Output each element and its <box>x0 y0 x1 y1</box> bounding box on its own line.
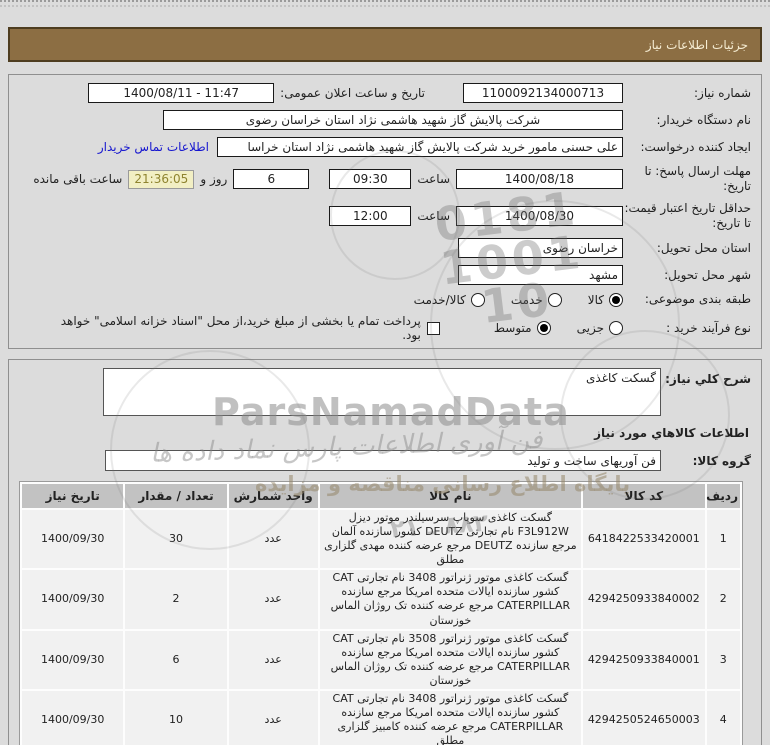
price-validity-label: حداقل تاریخ اعتبار قیمت: تا تاریخ: <box>624 201 751 230</box>
reply-deadline-hour-label: ساعت <box>417 172 450 186</box>
cell-unit: عدد <box>228 630 318 689</box>
row-request-creator: ایجاد کننده درخواست: علی حسنی مامور خرید… <box>19 137 751 157</box>
cell-unit: عدد <box>228 570 318 629</box>
price-validity-time-field[interactable]: 12:00 <box>329 206 412 226</box>
request-creator-field[interactable]: علی حسنی مامور خرید شرکت پالایش گاز شهید… <box>217 137 623 157</box>
row-need-number: شماره نیاز: 1100092134000713 تاریخ و ساع… <box>19 83 751 103</box>
radio-khedmat-icon[interactable] <box>547 292 562 307</box>
cell-unit: عدد <box>228 510 318 569</box>
item-group-label: گروه کالا: <box>692 453 751 468</box>
delivery-province-field[interactable]: خراسان رضوی <box>458 238 623 258</box>
cell-item-name: گسکت کاغذی موتور ژنراتور 3508 نام تجارتی… <box>319 630 582 689</box>
reply-deadline-date-field[interactable]: 1400/08/18 <box>456 169 623 189</box>
price-validity-date-field[interactable]: 1400/08/30 <box>456 206 623 226</box>
cell-item-name: گسکت کاغذی موتور ژنراتور 3408 نام تجارتی… <box>319 690 582 745</box>
radio-option-kala-khedmat[interactable]: کالا/خدمت <box>414 292 485 307</box>
item-group-field[interactable]: فن آوریهای ساخت و تولید <box>105 450 661 471</box>
cell-item-code: 4294250933840001 <box>583 630 705 689</box>
radio-motevaset-selected-icon[interactable] <box>536 321 551 335</box>
radio-option-jozi[interactable]: جزیی <box>577 321 623 335</box>
cell-need-date: 1400/09/30 <box>22 510 124 569</box>
header-need-date: تاریخ نیاز <box>22 484 124 508</box>
remaining-days-field[interactable]: 6 <box>233 169 310 189</box>
cell-row-index: 1 <box>706 510 740 569</box>
radio-kala-khedmat-icon[interactable] <box>470 292 485 307</box>
items-heading: اطلاعات کالاهاي مورد نیاز <box>594 426 749 440</box>
delivery-province-label: استان محل تحویل: <box>656 240 751 255</box>
table-row: 1 6418422533420001 گسکت کاغذی سوپاپ سرسی… <box>22 510 740 569</box>
items-section: شرح کلي نیاز: گسکت کاغذی اطلاعات کالاهاي… <box>8 359 762 745</box>
buyer-org-field[interactable]: شرکت پالایش گاز شهید هاشمی نژاد استان خر… <box>163 110 623 130</box>
radio-option-khedmat[interactable]: خدمت <box>511 292 562 307</box>
cell-need-date: 1400/09/30 <box>22 690 124 745</box>
buyer-org-label: نام دستگاه خریدار: <box>656 112 752 127</box>
subject-class-label: طبقه بندی موضوعی: <box>644 292 751 306</box>
row-reply-deadline: مهلت ارسال پاسخ: تا تاریخ: 1400/08/18 سا… <box>19 164 751 194</box>
cell-unit: عدد <box>228 690 318 745</box>
row-subject-class: طبقه بندی موضوعی: کالا خدمت کالا/خدمت <box>19 292 751 307</box>
cell-row-index: 2 <box>706 570 740 629</box>
cell-item-name: گسکت کاغذی موتور ژنراتور 3408 نام تجارتی… <box>319 570 582 629</box>
need-description-textarea[interactable]: گسکت کاغذی <box>103 368 661 416</box>
cell-item-code: 4294250524650003 <box>583 690 705 745</box>
items-table: ردیف کد کالا نام کالا واحد شمارش تعداد /… <box>19 481 743 745</box>
need-info-form: شماره نیاز: 1100092134000713 تاریخ و ساع… <box>8 74 762 349</box>
cell-item-code: 4294250933840002 <box>583 570 705 629</box>
countdown-timer: 21:36:05 <box>128 169 195 189</box>
cell-quantity: 6 <box>125 630 227 689</box>
cell-quantity: 10 <box>125 690 227 745</box>
request-creator-label: ایجاد کننده درخواست: <box>640 139 751 154</box>
row-purchase-type: نوع فرآیند خرید : جزیی متوسط پرداخت تمام… <box>19 314 751 342</box>
header-row-index: ردیف <box>706 484 740 508</box>
header-item-name: نام کالا <box>319 484 582 508</box>
radio-jozi-icon[interactable] <box>609 321 623 335</box>
cell-item-code: 6418422533420001 <box>583 510 705 569</box>
row-buyer-org: نام دستگاه خریدار: شرکت پالایش گاز شهید … <box>19 110 751 130</box>
radio-option-motevaset[interactable]: متوسط <box>494 321 551 335</box>
header-item-code: کد کالا <box>583 484 705 508</box>
cell-quantity: 2 <box>125 570 227 629</box>
items-table-header-row: ردیف کد کالا نام کالا واحد شمارش تعداد /… <box>22 484 740 508</box>
header-unit: واحد شمارش <box>228 484 318 508</box>
delivery-city-label: شهر محل تحویل: <box>664 267 751 282</box>
cell-row-index: 3 <box>706 630 740 689</box>
table-row: 4 4294250524650003 گسکت کاغذی موتور ژنرا… <box>22 690 740 745</box>
page-top-dotted-border <box>0 0 770 7</box>
treasury-checkbox-option[interactable]: پرداخت تمام یا بخشی از مبلغ خرید،از محل … <box>45 314 440 342</box>
need-description-label: شرح کلي نیاز: <box>665 372 751 386</box>
delivery-city-field[interactable]: مشهد <box>458 265 623 285</box>
radio-option-kala[interactable]: کالا <box>588 292 623 307</box>
header-quantity: تعداد / مقدار <box>125 484 227 508</box>
cell-need-date: 1400/09/30 <box>22 570 124 629</box>
buyer-contact-link[interactable]: اطلاعات تماس خریدار <box>98 140 209 154</box>
page-title-text: جزئیات اطلاعات نیاز <box>645 37 748 52</box>
reply-deadline-label: مهلت ارسال پاسخ: تا تاریخ: <box>644 164 751 193</box>
need-number-field[interactable]: 1100092134000713 <box>463 83 623 103</box>
price-validity-hour-label: ساعت <box>417 209 450 223</box>
table-row: 3 4294250933840001 گسکت کاغذی موتور ژنرا… <box>22 630 740 689</box>
cell-quantity: 30 <box>125 510 227 569</box>
table-row: 2 4294250933840002 گسکت کاغذی موتور ژنرا… <box>22 570 740 629</box>
cell-need-date: 1400/09/30 <box>22 630 124 689</box>
countdown-label: ساعت باقی مانده <box>33 172 123 186</box>
page-title: جزئیات اطلاعات نیاز <box>8 27 762 62</box>
cell-row-index: 4 <box>706 690 740 745</box>
remaining-days-label: روز و <box>200 172 228 186</box>
announce-datetime-label: تاریخ و ساعت اعلان عمومی: <box>280 86 425 100</box>
reply-deadline-time-field[interactable]: 09:30 <box>329 169 412 189</box>
row-price-validity: حداقل تاریخ اعتبار قیمت: تا تاریخ: 1400/… <box>19 201 751 231</box>
row-item-group: گروه کالا: فن آوریهای ساخت و تولید <box>19 450 751 471</box>
row-delivery-city: شهر محل تحویل: مشهد <box>19 265 751 285</box>
announce-datetime-field[interactable]: 1400/08/11 - 11:47 <box>88 83 275 103</box>
purchase-type-label: نوع فرآیند خرید : <box>666 320 751 335</box>
treasury-checkbox-icon[interactable] <box>426 321 440 335</box>
cell-item-name: گسکت کاغذی سوپاپ سرسیلندر موتور دیزل F3L… <box>319 510 582 569</box>
need-number-label: شماره نیاز: <box>694 85 751 100</box>
radio-kala-selected-icon[interactable] <box>609 292 623 307</box>
row-delivery-province: استان محل تحویل: خراسان رضوی <box>19 238 751 258</box>
row-need-description: شرح کلي نیاز: گسکت کاغذی <box>19 368 751 416</box>
